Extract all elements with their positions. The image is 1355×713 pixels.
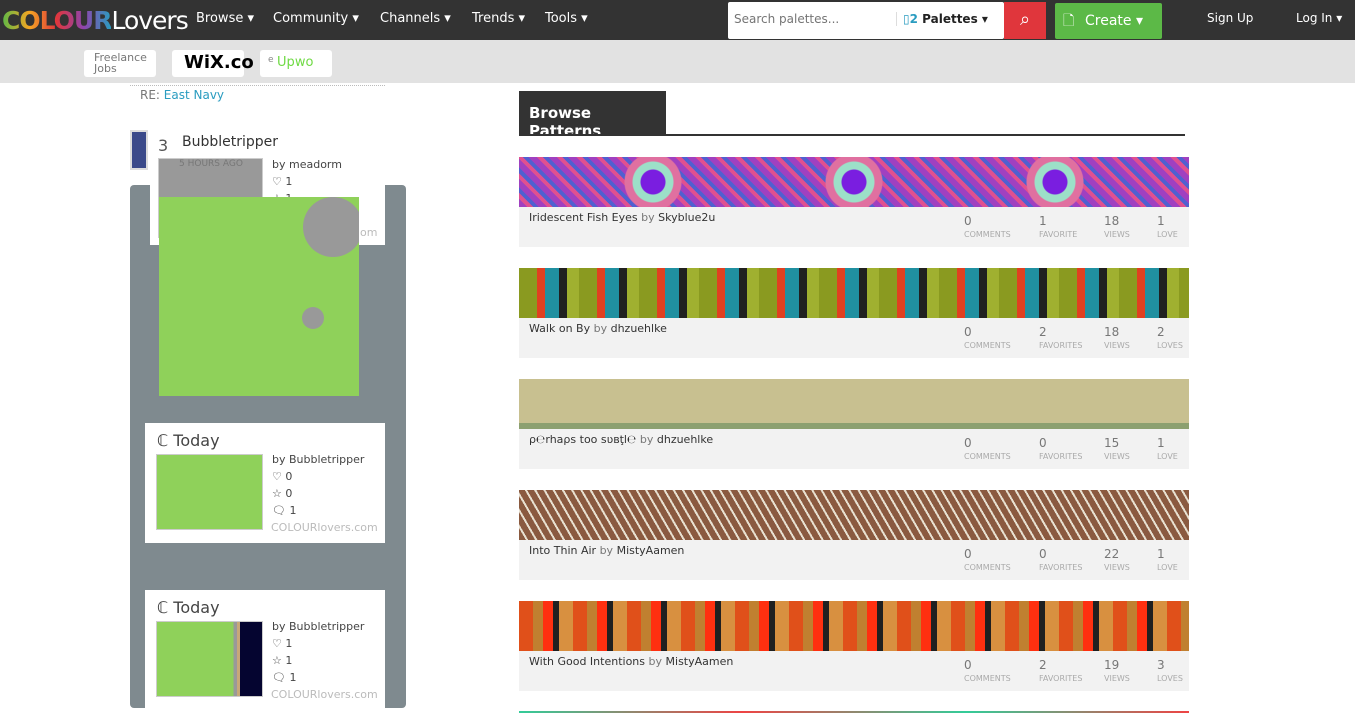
stat-favs: 0 FAVORITES — [1039, 547, 1083, 572]
stat-comments: 0 COMMENTS — [964, 214, 1011, 239]
pattern-image[interactable] — [519, 379, 1189, 429]
tab-underline — [519, 134, 1185, 136]
comment-icon: 🗨 — [272, 504, 286, 517]
pattern-image[interactable] — [519, 268, 1189, 318]
nav-community[interactable]: Community ▾ — [273, 11, 359, 26]
pattern-author[interactable]: MistyAamen — [617, 544, 685, 557]
stat-loves: 2 LOVES — [1157, 325, 1183, 350]
pattern-item[interactable]: ρ℮rhaρs too sʋʙţl℮ by dhzuehlke 0 COMMENTS… — [519, 379, 1189, 469]
stat-favs: 2 FAVORITES — [1039, 325, 1083, 350]
stat-favs: 0 FAVORITES — [1039, 436, 1083, 461]
logo[interactable]: COLOURLovers — [2, 6, 189, 35]
sign-up-link[interactable]: Sign Up — [1207, 11, 1253, 25]
re-link[interactable]: East Navy — [164, 88, 224, 102]
pattern-image[interactable] — [519, 157, 1189, 207]
pattern-swatch — [156, 454, 263, 530]
green-pattern-overlay — [159, 197, 359, 396]
pattern-author[interactable]: dhzuehlke — [611, 322, 667, 335]
stat-views: 18 VIEWS — [1104, 325, 1130, 350]
nav-channels[interactable]: Channels ▾ — [380, 11, 451, 26]
widget-card[interactable]: ℂ Today by Bubbletripper ♡ 0 ☆ 0 🗨 1 COLOUR… — [145, 423, 385, 543]
search-icon: ⌕ — [1019, 9, 1031, 30]
nav-trends[interactable]: Trends ▾ — [472, 11, 525, 26]
pattern-item[interactable]: Iridescent Fish Eyes by Skyblue2u 0 COMMEN… — [519, 157, 1189, 247]
pattern-author[interactable]: MistyAamen — [666, 655, 734, 668]
palette-icon: ▯2 — [903, 12, 918, 26]
top-header: COLOURLovers Browse ▾ Community ▾ Channe… — [0, 0, 1355, 40]
search-box: ▯2 Palettes ▾ — [728, 2, 1004, 39]
heart-icon: ♡ — [272, 470, 282, 483]
heart-icon: ♡ — [272, 637, 282, 650]
nav-tools[interactable]: Tools ▾ — [545, 11, 588, 26]
pattern-item[interactable]: Walk on By by dhzuehlke 0 COMMENTS 2 FAVORIT… — [519, 268, 1189, 358]
heart-icon: ♡ — [272, 175, 282, 188]
thumbnail[interactable] — [130, 130, 148, 170]
widget-card[interactable]: ℂ Today by Bubbletripper ♡ 1 ☆ 1 🗨 1 COLOUR… — [145, 590, 385, 708]
pattern-title[interactable]: With Good Intentions by MistyAamen — [529, 655, 733, 668]
stat-views: 15 VIEWS — [1104, 436, 1130, 461]
create-button[interactable]: 🗋 Create ▾ — [1055, 3, 1162, 39]
stat-comments: 0 COMMENTS — [964, 436, 1011, 461]
stat-views: 22 VIEWS — [1104, 547, 1130, 572]
stat-comments: 0 COMMENTS — [964, 658, 1011, 683]
stat-loves: 1 LOVE — [1157, 436, 1178, 461]
stat-views: 18 VIEWS — [1104, 214, 1130, 239]
pattern-swatch — [156, 621, 263, 697]
pattern-item[interactable]: Into Thin Air by MistyAamen 0 COMMENTS 0 FAV… — [519, 490, 1189, 580]
ad-wix[interactable]: WiX.co — [172, 50, 254, 77]
pattern-image[interactable] — [519, 490, 1189, 540]
search-type-dropdown[interactable]: ▯2 Palettes ▾ — [896, 12, 988, 26]
search-button[interactable]: ⌕ — [1004, 2, 1046, 39]
pattern-title[interactable]: Into Thin Air by MistyAamen — [529, 544, 684, 557]
log-in-menu[interactable]: Log In ▾ — [1296, 11, 1342, 25]
card-meta: by Bubbletripper ♡ 1 ☆ 1 🗨 1 — [272, 620, 365, 684]
stat-favs: 2 FAVORITES — [1039, 658, 1083, 683]
pattern-title[interactable]: Walk on By by dhzuehlke — [529, 322, 667, 335]
stat-loves: 3 LOVES — [1157, 658, 1183, 683]
card-meta: by Bubbletripper ♡ 0 ☆ 0 🗨 1 — [272, 453, 365, 517]
divider — [130, 85, 385, 86]
reply-reference: RE: East Navy — [140, 88, 225, 102]
ad-upwork[interactable]: e Upwo — [260, 50, 332, 77]
star-icon: ☆ — [272, 654, 282, 667]
ad-freelance[interactable]: Freelance Jobs — [84, 50, 156, 77]
stat-favs: 1 FAVORITE — [1039, 214, 1078, 239]
pattern-title[interactable]: ρ℮rhaρs too sʋʙţl℮ by dhzuehlke — [529, 433, 713, 446]
stat-views: 19 VIEWS — [1104, 658, 1130, 683]
pattern-author[interactable]: Skyblue2u — [658, 211, 715, 224]
pattern-title[interactable]: Iridescent Fish Eyes by Skyblue2u — [529, 211, 715, 224]
pattern-author[interactable]: dhzuehlke — [657, 433, 713, 446]
nav-browse[interactable]: Browse ▾ — [196, 11, 254, 26]
pattern-item[interactable]: With Good Intentions by MistyAamen 0 COMME… — [519, 601, 1189, 691]
stat-comments: 0 COMMENTS — [964, 325, 1011, 350]
stat-loves: 1 LOVE — [1157, 547, 1178, 572]
tab-browse-patterns[interactable]: Browse Patterns — [519, 91, 666, 140]
stat-loves: 1 LOVE — [1157, 214, 1178, 239]
pattern-image[interactable] — [519, 601, 1189, 651]
search-input[interactable] — [734, 12, 889, 26]
ad-bar: Freelance Jobs WiX.co e Upwo — [0, 40, 1355, 83]
create-file-icon: 🗋 — [1063, 13, 1075, 29]
stat-comments: 0 COMMENTS — [964, 547, 1011, 572]
comment-icon: 🗨 — [272, 671, 286, 684]
star-icon: ☆ — [272, 487, 282, 500]
